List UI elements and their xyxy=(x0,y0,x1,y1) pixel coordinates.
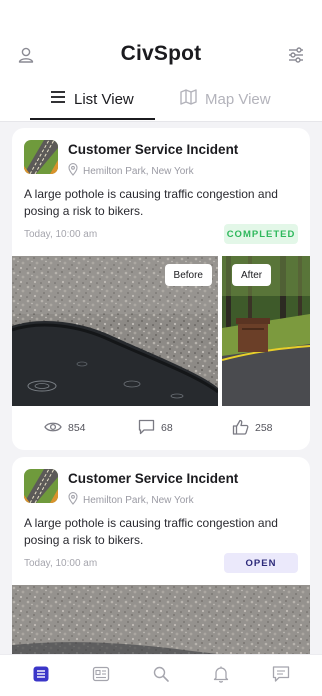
map-icon xyxy=(180,89,197,109)
likes-count: 258 xyxy=(255,422,273,434)
nav-messages[interactable] xyxy=(270,665,292,687)
status-badge: COMPLETED xyxy=(224,224,298,244)
incident-description: A large pothole is causing traffic conge… xyxy=(24,516,278,547)
filter-sliders-icon[interactable] xyxy=(286,45,306,65)
location-text: Hemilton Park, New York xyxy=(83,165,194,177)
nav-notifications[interactable] xyxy=(210,665,232,687)
incident-card[interactable]: Customer Service Incident Hemilton Park,… xyxy=(12,128,310,450)
comment-icon xyxy=(138,419,155,438)
status-badge: OPEN xyxy=(224,553,298,573)
thumbs-up-icon xyxy=(232,419,249,438)
after-photo[interactable]: After xyxy=(222,256,310,406)
incident-photo[interactable] xyxy=(12,585,310,654)
comments-count: 68 xyxy=(161,422,173,434)
tab-map-view[interactable]: Map View xyxy=(180,78,310,120)
comments-stat[interactable]: 68 xyxy=(138,416,173,440)
incident-title: Customer Service Incident xyxy=(68,142,239,157)
tab-label: Map View xyxy=(205,90,271,108)
before-photo[interactable]: Before xyxy=(12,256,218,406)
before-label: Before xyxy=(164,264,212,286)
likes-stat[interactable]: 258 xyxy=(232,416,273,440)
engagement-stats: 854 68 258 xyxy=(12,416,310,440)
incident-feed[interactable]: Customer Service Incident Hemilton Park,… xyxy=(0,122,322,654)
nav-search[interactable] xyxy=(150,665,172,687)
view-tabs: List View Map View xyxy=(0,78,322,122)
bell-icon xyxy=(212,665,230,688)
search-icon xyxy=(152,665,170,688)
incident-title: Customer Service Incident xyxy=(68,471,239,486)
bottom-navigation xyxy=(0,654,322,696)
incident-thumbnail xyxy=(24,140,58,174)
nav-news[interactable] xyxy=(90,665,112,687)
nav-feed[interactable] xyxy=(30,665,52,687)
incident-location: Hemilton Park, New York xyxy=(68,492,194,508)
incident-card[interactable]: Customer Service Incident Hemilton Park,… xyxy=(12,457,310,654)
incident-time: Today, 10:00 am xyxy=(24,558,98,569)
tab-list-view[interactable]: List View xyxy=(30,78,155,120)
message-icon xyxy=(272,665,290,688)
views-stat[interactable]: 854 xyxy=(44,416,86,440)
location-text: Hemilton Park, New York xyxy=(83,494,194,506)
news-icon xyxy=(92,665,110,688)
incident-thumbnail xyxy=(24,469,58,503)
active-tab-indicator xyxy=(30,118,155,120)
incident-location: Hemilton Park, New York xyxy=(68,163,194,179)
after-label: After xyxy=(232,264,272,286)
location-pin-icon xyxy=(68,163,78,179)
incident-description: A large pothole is causing traffic conge… xyxy=(24,187,278,218)
app-title: CivSpot xyxy=(120,42,202,65)
location-pin-icon xyxy=(68,492,78,508)
tab-label: List View xyxy=(74,90,134,108)
feed-icon xyxy=(32,665,50,688)
views-count: 854 xyxy=(68,422,86,434)
incident-time: Today, 10:00 am xyxy=(24,229,98,240)
list-icon xyxy=(50,90,66,108)
eye-icon xyxy=(44,421,62,436)
